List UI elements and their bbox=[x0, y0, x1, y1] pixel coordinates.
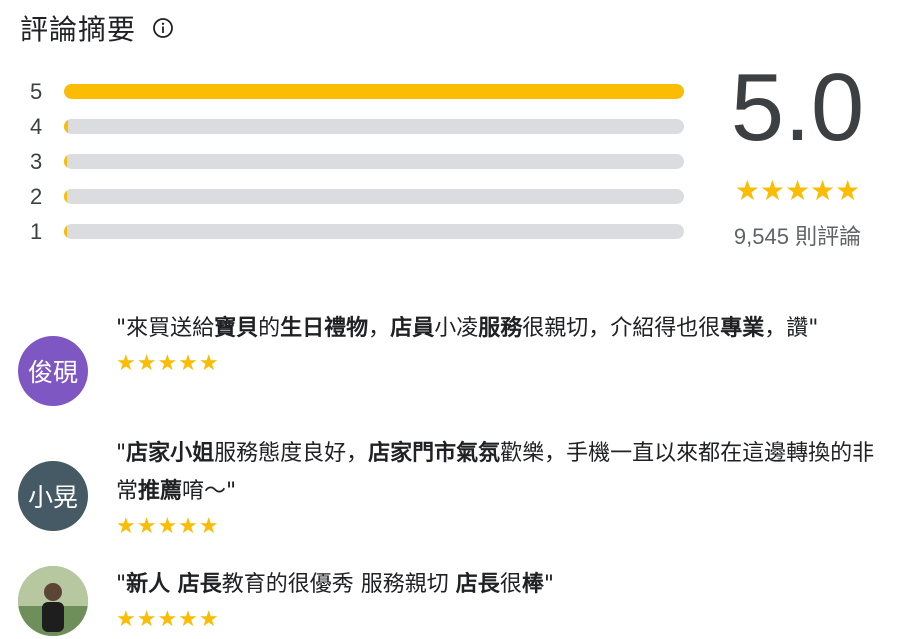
rating-bar-track bbox=[64, 154, 684, 169]
review-text-segment: " bbox=[116, 441, 127, 466]
review-text-segment: 很親切，介紹得也很 bbox=[522, 316, 721, 341]
review-text: "新人 店長教育的很優秀 服務親切 店長很棒" bbox=[116, 566, 876, 604]
review-text-segment: 很 bbox=[499, 572, 522, 597]
rating-bar-fill bbox=[64, 119, 68, 134]
rating-bar-row-1[interactable]: 1 bbox=[30, 214, 690, 249]
rating-bar-fill bbox=[64, 189, 68, 204]
rating-bar-fill bbox=[64, 154, 68, 169]
review-stars: ★★★★★ bbox=[116, 514, 220, 539]
review-highlight: 店家門市氣氛 bbox=[368, 441, 501, 466]
review-text-segment: 服務態度良好， bbox=[214, 441, 369, 466]
rating-bar-row-5[interactable]: 5 bbox=[30, 74, 690, 109]
rating-bar-row-3[interactable]: 3 bbox=[30, 144, 690, 179]
review-text-segment: ，讚" bbox=[764, 316, 819, 341]
rating-summary: 5.0 ★★★★★ 9,545 則評論 bbox=[700, 56, 895, 251]
review-body: "來買送給寶貝的生日禮物，店員小凌服務很親切，介紹得也很專業，讚" ★★★★★ bbox=[116, 310, 876, 406]
review-highlight: 店家小姐 bbox=[126, 441, 215, 466]
rating-bar-track bbox=[64, 189, 684, 204]
review-highlight: 生日禮物 bbox=[280, 316, 369, 341]
average-score: 5.0 bbox=[730, 54, 865, 161]
reviewer-avatar[interactable]: 俊硯 bbox=[18, 336, 88, 406]
info-icon[interactable] bbox=[152, 17, 174, 39]
review-text-segment: 的 bbox=[258, 316, 281, 341]
review-text-segment: 唷～" bbox=[182, 479, 237, 504]
review-count-link[interactable]: 9,545 則評論 bbox=[700, 219, 895, 251]
review-text-segment: " bbox=[116, 572, 127, 597]
rating-bar-label: 2 bbox=[30, 183, 43, 209]
rating-bar-label: 3 bbox=[30, 148, 43, 174]
review-text: "店家小姐服務態度良好，店家門市氣氛歡樂，手機一直以來都在這邊轉換的非常推薦唷～… bbox=[116, 435, 876, 511]
review-highlight: 店員 bbox=[390, 316, 435, 341]
review-summary-header: 評論摘要 bbox=[20, 8, 174, 48]
average-stars: ★★★★★ bbox=[734, 174, 861, 207]
section-title: 評論摘要 bbox=[20, 13, 137, 46]
review-text-segment: 小凌 bbox=[434, 316, 479, 341]
review-highlight: 專業 bbox=[720, 316, 765, 341]
review-highlight: 店長 bbox=[455, 572, 500, 597]
rating-bar-row-4[interactable]: 4 bbox=[30, 109, 690, 144]
rating-bar-row-2[interactable]: 2 bbox=[30, 179, 690, 214]
review-highlight: 推薦 bbox=[138, 479, 183, 504]
review-text-segment: 教育的很優秀 服務親切 bbox=[221, 572, 456, 597]
rating-bar-track bbox=[64, 224, 684, 239]
review-text-segment: "來買送給 bbox=[116, 316, 215, 341]
review-text-segment: ， bbox=[368, 316, 391, 341]
review-item[interactable]: "新人 店長教育的很優秀 服務親切 店長很棒" ★★★★★ bbox=[18, 566, 876, 636]
review-highlight: 棒 bbox=[521, 572, 544, 597]
rating-bar-label: 5 bbox=[30, 78, 43, 104]
review-item[interactable]: 小晃 "店家小姐服務態度良好，店家門市氣氛歡樂，手機一直以來都在這邊轉換的非常推薦… bbox=[18, 435, 876, 539]
rating-bar-fill bbox=[64, 224, 68, 239]
rating-bar-label: 4 bbox=[30, 113, 43, 139]
review-highlight: 新人 店長 bbox=[126, 572, 222, 597]
review-body: "新人 店長教育的很優秀 服務親切 店長很棒" ★★★★★ bbox=[116, 566, 876, 636]
review-text-segment: " bbox=[543, 572, 554, 597]
rating-bar-label: 1 bbox=[30, 218, 43, 244]
review-body: "店家小姐服務態度良好，店家門市氣氛歡樂，手機一直以來都在這邊轉換的非常推薦唷～… bbox=[116, 435, 876, 539]
rating-bar-track bbox=[64, 84, 684, 99]
review-text: "來買送給寶貝的生日禮物，店員小凌服務很親切，介紹得也很專業，讚" bbox=[116, 310, 876, 348]
review-item[interactable]: 俊硯 "來買送給寶貝的生日禮物，店員小凌服務很親切，介紹得也很專業，讚" ★★★★★ bbox=[18, 310, 876, 406]
rating-distribution: 5 4 3 2 1 bbox=[30, 74, 690, 249]
review-stars: ★★★★★ bbox=[116, 351, 220, 376]
rating-bar-track bbox=[64, 119, 684, 134]
review-highlight: 寶貝 bbox=[214, 316, 259, 341]
reviewer-avatar[interactable] bbox=[18, 566, 88, 636]
review-stars: ★★★★★ bbox=[116, 607, 220, 632]
reviewer-avatar[interactable]: 小晃 bbox=[18, 461, 88, 531]
rating-bar-fill bbox=[64, 84, 684, 99]
review-highlight: 服務 bbox=[478, 316, 523, 341]
